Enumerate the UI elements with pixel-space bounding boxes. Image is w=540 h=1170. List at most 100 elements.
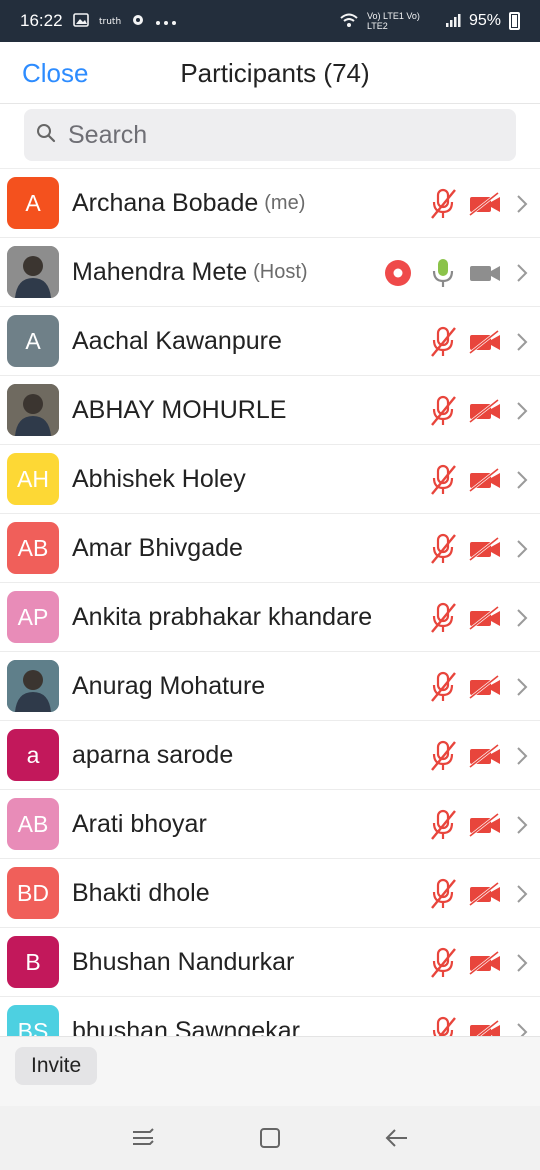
chevron-right-icon[interactable] <box>508 262 536 284</box>
recent-apps-icon[interactable] <box>123 1118 163 1158</box>
search-icon <box>36 123 56 148</box>
video-off-icon <box>468 536 502 562</box>
avatar: A <box>7 177 59 229</box>
participant-status-icons <box>428 376 540 445</box>
participant-status-icons <box>428 652 540 721</box>
chevron-right-icon[interactable] <box>508 883 536 905</box>
chevron-right-icon[interactable] <box>508 745 536 767</box>
participant-status-icons <box>428 859 540 928</box>
chevron-right-icon[interactable] <box>508 331 536 353</box>
chevron-right-icon[interactable] <box>508 676 536 698</box>
avatar: B <box>7 936 59 988</box>
participant-row[interactable]: A Aachal Kawanpure <box>0 307 540 376</box>
bottom-action-bar: Invite <box>0 1036 540 1106</box>
avatar <box>7 246 59 298</box>
video-off-icon <box>468 881 502 907</box>
chevron-right-icon[interactable] <box>508 193 536 215</box>
page-title: Participants (74) <box>180 58 370 88</box>
mic-on-icon <box>428 256 458 290</box>
participant-name: Bhakti dhole <box>72 879 210 907</box>
participant-status-icons <box>428 445 540 514</box>
avatar: BD <box>7 867 59 919</box>
network-label: Vo) LTE1 Vo) LTE2 <box>366 11 420 31</box>
participant-name: Amar Bhivgade <box>72 534 243 562</box>
participant-role-tag: (Host) <box>253 261 308 283</box>
chevron-right-icon[interactable] <box>508 607 536 629</box>
recording-icon <box>384 259 412 287</box>
participant-name: Ankita prabhakar khandare <box>72 603 373 631</box>
avatar <box>7 660 59 712</box>
video-off-icon <box>468 467 502 493</box>
video-off-icon <box>468 812 502 838</box>
participant-status-icons <box>428 790 540 859</box>
signal-icon <box>445 12 461 31</box>
mic-muted-icon <box>428 808 458 842</box>
mic-muted-icon <box>428 187 458 221</box>
chevron-right-icon[interactable] <box>508 1021 536 1036</box>
chevron-right-icon[interactable] <box>508 814 536 836</box>
participant-name-wrap: Anurag Mohature <box>72 652 265 721</box>
back-icon[interactable] <box>377 1118 417 1158</box>
video-off-icon <box>468 950 502 976</box>
participant-name-wrap: Arati bhoyar <box>72 790 207 859</box>
mic-muted-icon <box>428 601 458 635</box>
avatar: BS <box>7 1005 59 1036</box>
participant-role-tag: (me) <box>264 192 306 214</box>
participant-name-wrap: Abhishek Holey <box>72 445 246 514</box>
search-bar[interactable] <box>24 109 516 161</box>
video-on-icon <box>468 260 502 286</box>
mic-muted-icon <box>428 739 458 773</box>
avatar: AP <box>7 591 59 643</box>
status-time: 16:22 <box>20 11 63 30</box>
participant-row[interactable]: Mahendra Mete (Host) <box>0 238 540 307</box>
mic-muted-icon <box>428 877 458 911</box>
avatar <box>7 384 59 436</box>
chevron-right-icon[interactable] <box>508 469 536 491</box>
chevron-right-icon[interactable] <box>508 952 536 974</box>
participant-row[interactable]: AB Arati bhoyar <box>0 790 540 859</box>
participant-name-wrap: Archana Bobade (me) <box>72 169 305 238</box>
invite-button[interactable]: Invite <box>15 1047 98 1085</box>
wifi-icon <box>339 12 359 31</box>
video-off-icon <box>468 191 502 217</box>
participant-row[interactable]: a aparna sarode <box>0 721 540 790</box>
participant-row[interactable]: BD Bhakti dhole <box>0 859 540 928</box>
cast-icon <box>131 13 145 30</box>
participant-name-wrap: Mahendra Mete (Host) <box>72 238 308 307</box>
participant-name: Abhishek Holey <box>72 465 246 493</box>
mic-muted-icon <box>428 325 458 359</box>
participant-row[interactable]: A Archana Bobade (me) <box>0 169 540 238</box>
participant-name: Bhushan Nandurkar <box>72 948 295 976</box>
participant-row[interactable]: Anurag Mohature <box>0 652 540 721</box>
participant-row[interactable]: AB Amar Bhivgade <box>0 514 540 583</box>
avatar: AB <box>7 798 59 850</box>
participant-name-wrap: Bhakti dhole <box>72 859 210 928</box>
participant-name: ABHAY MOHURLE <box>72 396 287 424</box>
participant-row[interactable]: BS bhushan Sawngekar <box>0 997 540 1036</box>
participant-name-wrap: Ankita prabhakar khandare <box>72 583 372 652</box>
participant-row[interactable]: ABHAY MOHURLE <box>0 376 540 445</box>
participant-name-wrap: bhushan Sawngekar <box>72 997 300 1036</box>
participant-name-wrap: aparna sarode <box>72 721 233 790</box>
battery-icon <box>509 12 520 30</box>
participant-name: Mahendra Mete <box>72 258 248 286</box>
avatar: A <box>7 315 59 367</box>
participant-name-wrap: ABHAY MOHURLE <box>72 376 286 445</box>
chevron-right-icon[interactable] <box>508 538 536 560</box>
chevron-right-icon[interactable] <box>508 400 536 422</box>
participant-row[interactable]: AP Ankita prabhakar khandare <box>0 583 540 652</box>
participant-row[interactable]: AH Abhishek Holey <box>0 445 540 514</box>
search-input[interactable] <box>68 120 498 150</box>
home-icon[interactable] <box>250 1118 290 1158</box>
mic-muted-icon <box>428 532 458 566</box>
participant-name: aparna sarode <box>72 741 234 769</box>
participant-status-icons <box>428 997 540 1036</box>
mic-muted-icon <box>428 670 458 704</box>
participant-name: Aachal Kawanpure <box>72 327 282 355</box>
more-dots-icon <box>155 14 177 29</box>
participant-row[interactable]: B Bhushan Nandurkar <box>0 928 540 997</box>
participants-header: Close Participants (74) <box>0 42 540 104</box>
video-off-icon <box>468 674 502 700</box>
participants-list[interactable]: A Archana Bobade (me) Mahendra Mete (Host) A A… <box>0 168 540 1036</box>
participant-name-wrap: Amar Bhivgade <box>72 514 243 583</box>
